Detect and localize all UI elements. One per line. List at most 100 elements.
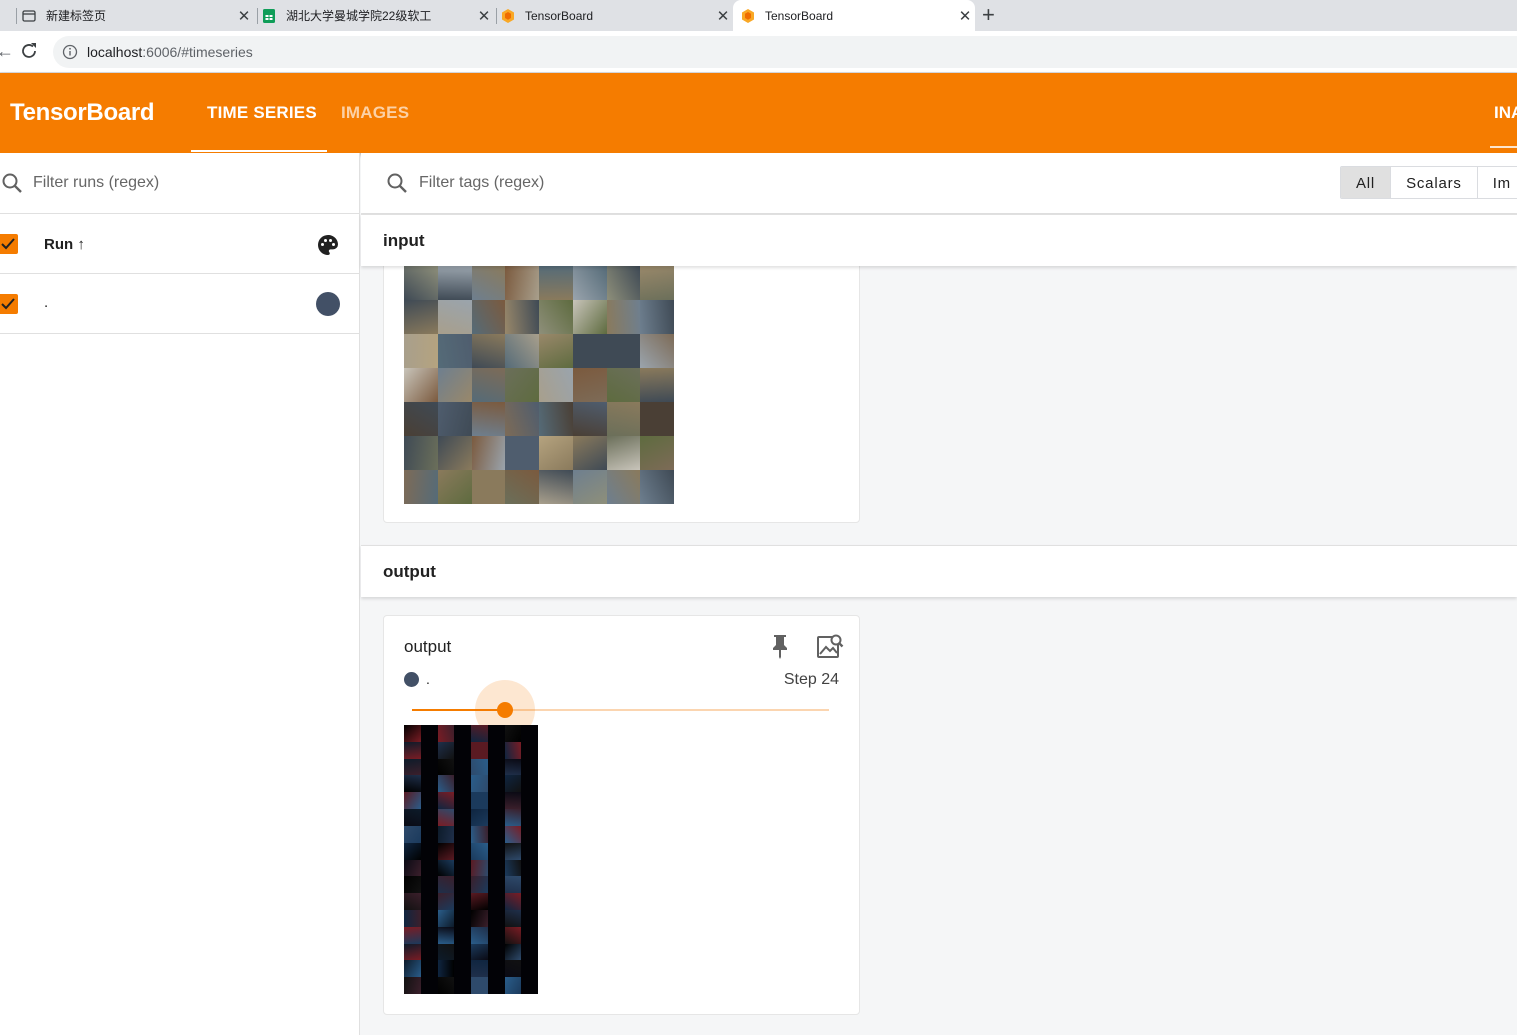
search-icon xyxy=(387,173,407,193)
run-color-swatch[interactable] xyxy=(316,292,340,316)
image-thumbnail xyxy=(640,436,674,470)
browser-tab-tensorboard[interactable]: TensorBoard ✕ xyxy=(501,0,733,31)
back-icon[interactable]: ← xyxy=(0,41,14,62)
image-thumbnail xyxy=(487,825,505,843)
run-column-header[interactable]: Run ↑ xyxy=(44,236,85,253)
tag-filter-input[interactable] xyxy=(419,171,1019,195)
image-thumbnail xyxy=(471,436,506,470)
image-thumbnail xyxy=(606,470,641,504)
image-thumbnail xyxy=(471,825,488,843)
run-name: . xyxy=(426,671,430,687)
tensorboard-icon xyxy=(742,8,754,23)
browser-tab-strip: 新建标签页 ✕ 湖北大学曼城学院22级软工 ✕ TensorBoard ✕ Te… xyxy=(0,0,1517,31)
tensorboard-icon xyxy=(502,8,514,23)
close-icon[interactable]: ✕ xyxy=(234,7,254,25)
filter-images-button[interactable]: Im xyxy=(1476,167,1517,198)
url-host: localhost xyxy=(87,44,143,60)
image-thumbnail xyxy=(437,909,455,927)
reload-icon[interactable] xyxy=(18,40,40,62)
address-bar: ← localhost:6006/#timeseries xyxy=(0,31,1517,73)
image-thumbnail xyxy=(420,741,438,759)
browser-tab-new-tab[interactable]: 新建标签页 ✕ xyxy=(22,0,254,31)
group-header-output[interactable]: output xyxy=(361,545,1517,597)
image-thumbnail xyxy=(539,334,573,368)
step-slider-thumb[interactable] xyxy=(497,702,513,718)
image-search-icon[interactable] xyxy=(816,632,844,660)
new-tab-icon[interactable]: + xyxy=(982,3,995,27)
image-thumbnail xyxy=(606,402,641,436)
image-thumbnail xyxy=(404,943,421,961)
tab-images[interactable]: IMAGES xyxy=(341,103,409,123)
run-column-label: Run xyxy=(44,236,74,253)
image-thumbnail xyxy=(404,842,421,860)
image-thumbnail xyxy=(454,825,471,843)
close-icon[interactable]: ✕ xyxy=(474,7,494,25)
close-icon[interactable]: ✕ xyxy=(955,7,975,25)
pin-icon[interactable] xyxy=(768,632,792,660)
group-title: output xyxy=(383,562,436,581)
image-thumbnail xyxy=(420,809,438,826)
tab-separator xyxy=(257,8,258,24)
filter-scalars-button[interactable]: Scalars xyxy=(1390,167,1477,198)
image-thumbnail xyxy=(471,926,488,944)
image-thumbnail xyxy=(487,876,505,894)
image-thumbnail xyxy=(504,842,522,860)
image-thumbnail xyxy=(404,334,438,368)
palette-icon[interactable] xyxy=(316,233,340,257)
image-thumbnail xyxy=(437,943,455,961)
select-all-checkbox[interactable] xyxy=(0,234,18,254)
image-thumbnail xyxy=(404,741,421,759)
page-icon xyxy=(22,9,36,22)
info-icon[interactable] xyxy=(62,44,78,60)
image-thumbnail xyxy=(606,300,641,334)
image-thumbnail xyxy=(572,334,607,368)
input-image-card xyxy=(383,253,860,523)
image-thumbnail xyxy=(420,825,438,843)
image-thumbnail xyxy=(404,758,421,776)
run-checkbox[interactable] xyxy=(0,294,18,314)
run-filter-bar xyxy=(0,153,359,214)
image-thumbnail xyxy=(437,775,455,793)
active-tab-indicator xyxy=(191,150,327,152)
url-field[interactable]: localhost:6006/#timeseries xyxy=(53,36,1517,68)
run-filter-input[interactable] xyxy=(33,171,333,195)
browser-tab-spreadsheet[interactable]: 湖北大学曼城学院22级软工 ✕ xyxy=(262,0,494,31)
image-thumbnail xyxy=(487,842,505,860)
image-thumbnail xyxy=(521,926,538,944)
image-thumbnail xyxy=(539,300,573,334)
run-row[interactable]: . xyxy=(0,274,359,334)
image-thumbnail xyxy=(471,402,506,436)
image-thumbnail xyxy=(471,943,488,961)
image-thumbnail xyxy=(404,368,438,402)
input-image-grid[interactable] xyxy=(404,266,674,504)
image-thumbnail xyxy=(572,470,607,504)
image-thumbnail xyxy=(404,893,421,910)
image-thumbnail xyxy=(504,893,522,910)
image-thumbnail xyxy=(539,266,573,300)
close-icon[interactable]: ✕ xyxy=(713,7,733,25)
image-thumbnail xyxy=(404,470,438,504)
image-thumbnail xyxy=(454,859,471,877)
output-image-grid[interactable] xyxy=(404,725,538,994)
tab-inactive-dropdown[interactable]: INA xyxy=(1494,103,1517,123)
image-thumbnail xyxy=(572,368,607,402)
tab-separator xyxy=(496,8,497,24)
image-thumbnail xyxy=(504,977,522,994)
image-thumbnail xyxy=(404,909,421,927)
image-thumbnail xyxy=(521,741,538,759)
image-thumbnail xyxy=(437,825,455,843)
image-thumbnail xyxy=(539,402,573,436)
image-thumbnail xyxy=(606,368,641,402)
image-thumbnail xyxy=(404,402,438,436)
image-thumbnail xyxy=(521,725,538,742)
image-thumbnail xyxy=(572,402,607,436)
browser-tab-tensorboard-active[interactable]: TensorBoard ✕ xyxy=(733,0,975,31)
app-brand[interactable]: TensorBoard xyxy=(10,99,155,127)
image-thumbnail xyxy=(505,402,539,436)
image-thumbnail xyxy=(640,368,674,402)
filter-all-button[interactable]: All xyxy=(1341,167,1391,198)
image-thumbnail xyxy=(437,792,455,810)
image-thumbnail xyxy=(504,825,522,843)
group-header-input[interactable]: input xyxy=(361,214,1517,266)
tab-time-series[interactable]: TIME SERIES xyxy=(207,103,317,123)
